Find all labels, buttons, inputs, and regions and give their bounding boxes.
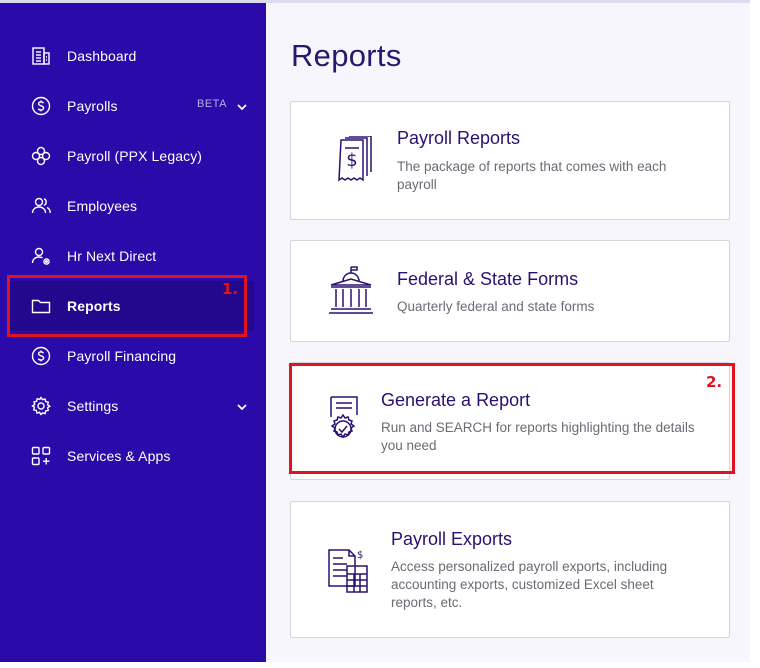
sidebar-item-label: Payroll Financing xyxy=(67,348,177,364)
flower-icon xyxy=(30,145,52,167)
sidebar-item-label: Employees xyxy=(67,198,138,214)
sidebar-item-label: Hr Next Direct xyxy=(67,248,157,264)
user-gear-icon xyxy=(30,245,52,267)
sidebar-item-label: Reports xyxy=(67,298,121,314)
sidebar-item-services-apps[interactable]: Services & Apps xyxy=(0,431,266,481)
sidebar-item-label: Services & Apps xyxy=(67,448,171,464)
card-description: The package of reports that comes with e… xyxy=(397,159,667,192)
sidebar-nav: Dashboard Payrolls BETA Payroll (PPX Leg… xyxy=(0,0,266,662)
window-edge xyxy=(750,0,760,668)
report-gear-icon xyxy=(321,395,373,451)
apps-grid-icon xyxy=(30,445,52,467)
sidebar-item-payrolls[interactable]: Payrolls BETA xyxy=(0,81,266,131)
sidebar-item-dashboard[interactable]: Dashboard xyxy=(0,31,266,81)
sidebar-item-employees[interactable]: Employees xyxy=(0,181,266,231)
dollar-circle-icon xyxy=(30,345,52,367)
card-description: Access personalized payroll exports, inc… xyxy=(391,559,668,610)
chevron-down-icon[interactable] xyxy=(236,400,248,412)
users-icon xyxy=(30,195,52,217)
sidebar-item-hr-next-direct[interactable]: Hr Next Direct xyxy=(0,231,266,281)
svg-text:$: $ xyxy=(357,550,363,561)
window-edge xyxy=(0,662,760,668)
dollar-circle-icon xyxy=(30,95,52,117)
card-title: Payroll Exports xyxy=(391,529,513,549)
sidebar-item-settings[interactable]: Settings xyxy=(0,381,266,431)
beta-badge: BETA xyxy=(197,98,227,110)
gear-icon xyxy=(30,395,52,417)
chevron-down-icon[interactable] xyxy=(236,100,248,112)
svg-text:$: $ xyxy=(346,150,357,171)
annotation-label-2: 2. xyxy=(706,373,723,391)
card-generate-report[interactable]: Generate a Report Run and SEARCH for rep… xyxy=(290,362,730,480)
card-federal-state-forms[interactable]: Federal & State Forms Quarterly federal … xyxy=(290,240,730,342)
sidebar-item-label: Settings xyxy=(67,398,119,414)
card-title: Generate a Report xyxy=(381,390,531,410)
card-payroll-exports[interactable]: $ Payroll Exports Access personalized pa… xyxy=(290,501,730,638)
sidebar-item-label: Dashboard xyxy=(67,48,137,64)
export-documents-icon: $ xyxy=(325,544,377,600)
page-title: Reports xyxy=(291,38,402,73)
building-icon xyxy=(30,45,52,67)
sidebar-item-payroll-ppx-legacy[interactable]: Payroll (PPX Legacy) xyxy=(0,131,266,181)
card-title: Payroll Reports xyxy=(397,128,521,148)
receipt-stack-icon: $ xyxy=(327,135,379,192)
sidebar-item-label: Payrolls xyxy=(67,98,118,114)
sidebar-item-label: Payroll (PPX Legacy) xyxy=(67,148,203,164)
annotation-label-1: 1. xyxy=(222,280,239,298)
card-description: Quarterly federal and state forms xyxy=(397,299,595,314)
card-title: Federal & State Forms xyxy=(397,269,579,289)
card-payroll-reports[interactable]: $ Payroll Reports The package of reports… xyxy=(290,101,730,220)
sidebar-item-payroll-financing[interactable]: Payroll Financing xyxy=(0,331,266,381)
folder-icon xyxy=(30,295,52,317)
sidebar-item-reports[interactable]: Reports xyxy=(8,281,254,331)
government-building-icon xyxy=(327,265,379,321)
card-description: Run and SEARCH for reports highlighting … xyxy=(381,420,695,453)
